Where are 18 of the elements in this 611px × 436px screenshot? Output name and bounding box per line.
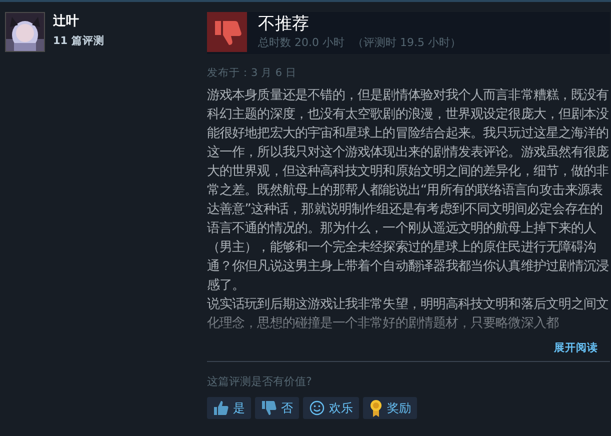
thumbs-up-icon xyxy=(213,400,229,416)
award-button[interactable]: 奖励 xyxy=(363,397,417,419)
hours-at-review: （评测时 19.5 小时） xyxy=(352,35,461,50)
read-more-link[interactable]: 展开阅读 xyxy=(554,341,598,355)
award-icon xyxy=(369,399,383,417)
user-name[interactable]: 辻叶 xyxy=(53,12,104,30)
smiley-icon xyxy=(309,400,325,416)
helpful-question: 这篇评测是否有价值? xyxy=(207,374,313,389)
verdict-title: 不推荐 xyxy=(258,13,310,35)
review-paragraph: 游戏本身质量还是不错的，但是剧情体验对我个人而言非常糟糕，既没有科幻主题的深度，也没有太空歌剧的浪漫，世界观设定很庞大，但剧本没能很好地把宏大的宇宙和星球上的冒险结合起来。我只玩过这星之海洋的这一作，所以我只对这个游戏体现出来的剧情发表评论。游戏虽然有很庞大的世界观，但这种高科技文明和原始文明之间的差异化，细节，做的非常之差。既然航母上的那帮人都能说出“用所有的联络语言向攻击来源表达善意”这种话，那就说明制作组还是有考虑到不同文明间必定会存在的语言不通的情况的。那为什么，一个刚从遥远文明的航母上掉下来的人（男主），能够和一个完全未经探索过的星球上的原住民进行无障碍沟通？你但凡说这男主身上带着个自动翻译器我都当你认真维护过剧情沉浸感了。 xyxy=(207,87,609,295)
review-count[interactable]: 11 篇评测 xyxy=(53,34,104,48)
funny-button[interactable]: 欢乐 xyxy=(303,397,359,419)
hours-played: 总时数 20.0 小时 xyxy=(258,35,344,50)
review-paragraph: 说实话玩到后期这游戏让我非常失望，明明高科技文明和落后文明之间文化理念，思想的碰撞是一个非常好的剧情题材，只要略微深入都 xyxy=(207,296,609,333)
thumbs-down-icon xyxy=(261,400,277,416)
posted-date: 发布于：3 月 6 日 xyxy=(207,66,298,80)
yes-button[interactable]: 是 xyxy=(207,397,251,419)
no-button[interactable]: 否 xyxy=(255,397,299,419)
